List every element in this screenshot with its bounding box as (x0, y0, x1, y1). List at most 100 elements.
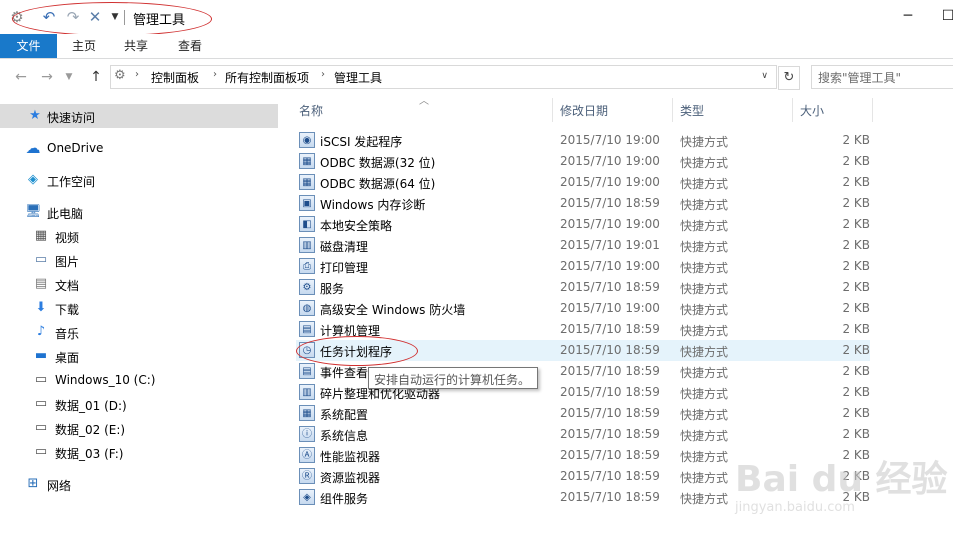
workspace-icon: ◈ (28, 172, 38, 187)
sidebar-item-pictures[interactable]: ▭ 图片 (0, 248, 278, 272)
column-header-date[interactable]: 修改日期 (560, 102, 608, 119)
file-date: 2015/7/10 19:00 (560, 175, 660, 189)
sidebar-item-music[interactable]: ♪ 音乐 (0, 320, 278, 344)
sidebar-item-quick-access[interactable]: ★ 快速访问 (0, 104, 278, 128)
table-row[interactable]: ▣ Windows 内存诊断 2015/7/10 18:59 快捷方式 2 KB (296, 193, 870, 214)
tab-home[interactable]: 主页 (62, 34, 106, 58)
refresh-icon[interactable]: ↻ (778, 66, 800, 90)
sidebar-item-workspace[interactable]: ◈ 工作空间 (0, 168, 278, 192)
table-row[interactable]: ⓘ 系统信息 2015/7/10 18:59 快捷方式 2 KB (296, 424, 870, 445)
file-date: 2015/7/10 18:59 (560, 280, 660, 294)
sidebar-item-desktop[interactable]: ▬ 桌面 (0, 344, 278, 368)
annotation-ellipse-task-scheduler (296, 336, 418, 366)
back-icon[interactable]: ← (12, 68, 30, 86)
file-name: 系统配置 (320, 408, 369, 422)
tab-file[interactable]: 文件 (0, 34, 57, 58)
file-size: 2 KB (842, 343, 870, 357)
shortcut-file-icon: Ⓡ (299, 468, 315, 484)
sidebar-item-label: 文档 (55, 279, 80, 293)
search-input[interactable]: 搜索"管理工具" (811, 65, 953, 89)
column-divider[interactable] (672, 98, 673, 122)
file-size: 2 KB (842, 364, 870, 378)
sidebar-item-label: 快速访问 (47, 111, 96, 125)
file-name: 磁盘清理 (320, 240, 369, 254)
file-type: 快捷方式 (680, 429, 729, 443)
sidebar-item-downloads[interactable]: ⬇ 下载 (0, 296, 278, 320)
file-name: Windows 内存诊断 (320, 198, 426, 212)
sidebar-item-network[interactable]: ⊞ 网络 (0, 472, 278, 496)
column-divider[interactable] (872, 98, 873, 122)
file-date: 2015/7/10 18:59 (560, 322, 660, 336)
file-date: 2015/7/10 18:59 (560, 364, 660, 378)
table-row[interactable]: ▦ ODBC 数据源(64 位) 2015/7/10 19:00 快捷方式 2 KB (296, 172, 870, 193)
shortcut-file-icon: ▥ (299, 237, 315, 253)
table-row[interactable]: ⚙ 服务 2015/7/10 18:59 快捷方式 2 KB (296, 277, 870, 298)
drive-icon: ▭ (34, 444, 48, 459)
sidebar-item-label: Windows_10 (C:) (55, 373, 156, 387)
table-row[interactable]: ▦ ODBC 数据源(32 位) 2015/7/10 19:00 快捷方式 2 KB (296, 151, 870, 172)
breadcrumb-admin-tools[interactable]: 管理工具 (334, 69, 382, 86)
forward-icon[interactable]: → (38, 68, 56, 86)
ribbon-tabs: 文件 主页 共享 查看 (0, 34, 953, 59)
file-size: 2 KB (842, 259, 870, 273)
breadcrumb-separator-icon[interactable]: › (135, 69, 139, 80)
shortcut-file-icon: ◈ (299, 489, 315, 505)
breadcrumb-separator-icon[interactable]: › (321, 69, 325, 80)
file-date: 2015/7/10 19:00 (560, 259, 660, 273)
sidebar-item-onedrive[interactable]: ☁ OneDrive (0, 136, 278, 160)
column-headers: ︿ 名称 修改日期 类型 大小 (290, 96, 953, 124)
sidebar-item-drive-d[interactable]: ▭ 数据_01 (D:) (0, 392, 278, 416)
file-size: 2 KB (842, 238, 870, 252)
file-date: 2015/7/10 19:00 (560, 301, 660, 315)
breadcrumb-all-items[interactable]: 所有控制面板项 (225, 69, 309, 86)
file-name: 本地安全策略 (320, 219, 393, 233)
table-row[interactable]: ◍ 高级安全 Windows 防火墙 2015/7/10 19:00 快捷方式 2 KB (296, 298, 870, 319)
table-row[interactable]: ⎙ 打印管理 2015/7/10 19:00 快捷方式 2 KB (296, 256, 870, 277)
column-header-type[interactable]: 类型 (680, 102, 704, 119)
maximize-icon[interactable]: ☐ (938, 6, 953, 26)
sidebar-item-videos[interactable]: ▦ 视频 (0, 224, 278, 248)
sidebar-item-drive-c[interactable]: ▭ Windows_10 (C:) (0, 368, 278, 392)
file-type: 快捷方式 (680, 198, 729, 212)
shortcut-file-icon: ◧ (299, 216, 315, 232)
file-type: 快捷方式 (680, 366, 729, 380)
file-type: 快捷方式 (680, 303, 729, 317)
breadcrumb-separator-icon[interactable]: › (213, 69, 217, 80)
up-icon[interactable]: ↑ (87, 68, 105, 86)
breadcrumb-control-panel[interactable]: 控制面板 (151, 69, 199, 86)
recent-dropdown-icon[interactable]: ▼ (60, 68, 78, 86)
file-type: 快捷方式 (680, 177, 729, 191)
column-header-size[interactable]: 大小 (800, 102, 824, 119)
table-row[interactable]: ◧ 本地安全策略 2015/7/10 19:00 快捷方式 2 KB (296, 214, 870, 235)
file-type: 快捷方式 (680, 492, 729, 506)
address-dropdown-icon[interactable]: ∨ (761, 71, 768, 81)
sidebar-item-label: OneDrive (47, 141, 104, 155)
watermark: Bai du 经验 jingyan.baidu.com (735, 450, 948, 530)
sidebar-item-this-pc[interactable]: 🖥 此电脑 (0, 200, 278, 224)
tab-view[interactable]: 查看 (168, 34, 212, 58)
address-bar[interactable]: ⚙ › 控制面板 › 所有控制面板项 › 管理工具 ∨ (110, 65, 777, 89)
tab-share[interactable]: 共享 (114, 34, 158, 58)
minimize-icon[interactable]: ─ (898, 6, 918, 26)
file-size: 2 KB (842, 196, 870, 210)
file-size: 2 KB (842, 385, 870, 399)
music-icon: ♪ (36, 324, 46, 339)
sidebar-item-drive-e[interactable]: ▭ 数据_02 (E:) (0, 416, 278, 440)
sidebar-item-documents[interactable]: ▤ 文档 (0, 272, 278, 296)
file-size: 2 KB (842, 322, 870, 336)
file-size: 2 KB (842, 427, 870, 441)
column-header-name[interactable]: 名称 (299, 102, 323, 119)
drive-icon: ▭ (34, 396, 48, 411)
watermark-logo: Bai du 经验 (735, 459, 948, 500)
file-size: 2 KB (842, 133, 870, 147)
table-row[interactable]: ▦ 系统配置 2015/7/10 18:59 快捷方式 2 KB (296, 403, 870, 424)
shortcut-file-icon: ⚙ (299, 279, 315, 295)
column-divider[interactable] (792, 98, 793, 122)
sidebar-item-label: 视频 (55, 231, 80, 245)
table-row[interactable]: ▥ 磁盘清理 2015/7/10 19:01 快捷方式 2 KB (296, 235, 870, 256)
file-type: 快捷方式 (680, 135, 729, 149)
table-row[interactable]: ◉ iSCSI 发起程序 2015/7/10 19:00 快捷方式 2 KB (296, 130, 870, 151)
sidebar-item-drive-f[interactable]: ▭ 数据_03 (F:) (0, 440, 278, 464)
column-divider[interactable] (552, 98, 553, 122)
file-date: 2015/7/10 18:59 (560, 343, 660, 357)
